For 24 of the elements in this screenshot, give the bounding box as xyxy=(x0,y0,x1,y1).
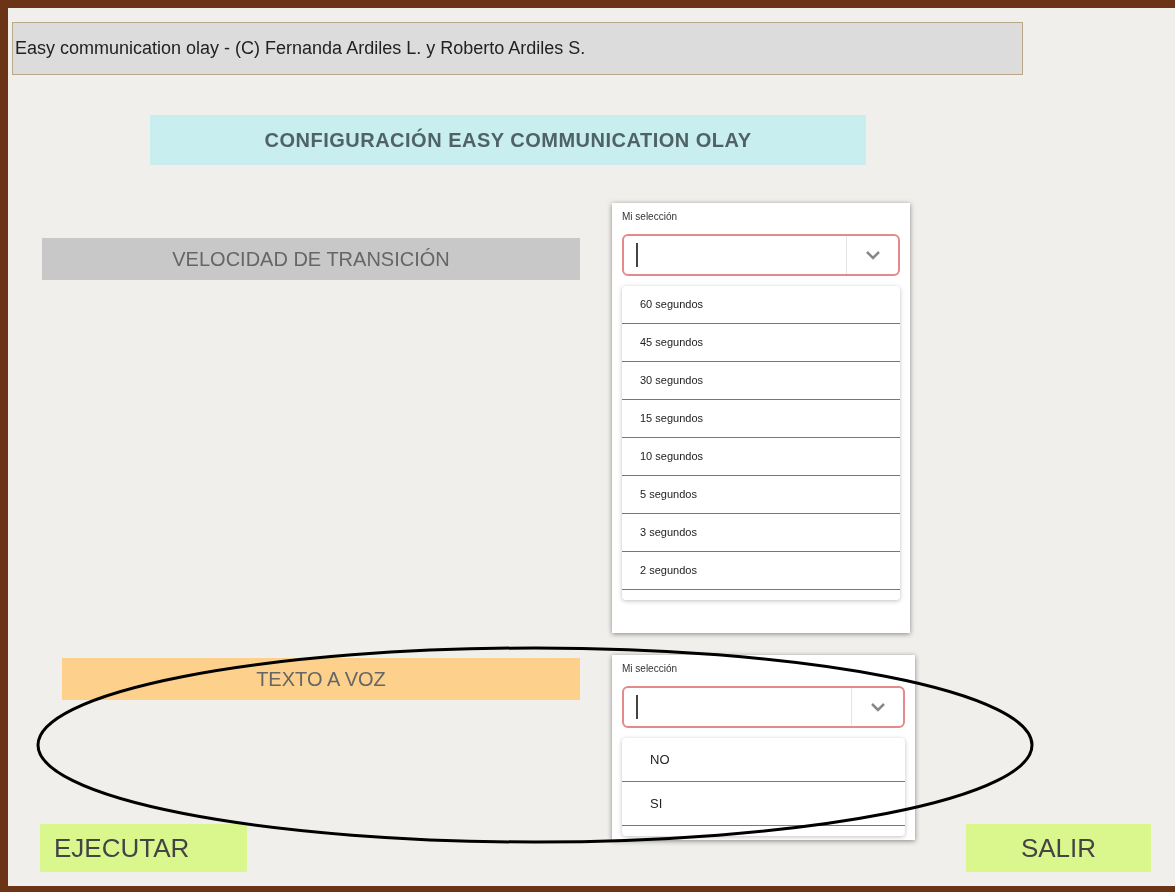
page-title: CONFIGURACIÓN EASY COMMUNICATION OLAY xyxy=(150,115,866,165)
header-text: Easy communication olay - (C) Fernanda Ardiles L. y Roberto Ardiles S. xyxy=(15,37,586,60)
select-field[interactable] xyxy=(622,234,900,276)
chevron-down-icon xyxy=(869,702,886,712)
text-cursor-icon xyxy=(636,243,638,267)
dropdown-option[interactable]: SI xyxy=(622,782,905,826)
execute-button[interactable]: EJECUTAR xyxy=(40,824,247,872)
text-cursor-icon xyxy=(636,695,638,719)
dropdown-option[interactable]: 60 segundos xyxy=(622,286,900,324)
section-label: VELOCIDAD DE TRANSICIÓN xyxy=(42,238,580,280)
dropdown-option[interactable]: NO xyxy=(622,738,905,782)
dropdown-option[interactable]: 15 segundos xyxy=(622,400,900,438)
section-label: TEXTO A VOZ xyxy=(62,658,580,700)
dropdown-option[interactable]: 2 segundos xyxy=(622,552,900,590)
dropdown-option[interactable]: 45 segundos xyxy=(622,324,900,362)
dropdown-option[interactable]: 10 segundos xyxy=(622,438,900,476)
dropdown-option[interactable]: 3 segundos xyxy=(622,514,900,552)
exit-button[interactable]: SALIR xyxy=(966,824,1151,872)
chevron-down-icon xyxy=(864,250,881,260)
select-field[interactable] xyxy=(622,686,905,728)
dropdown-label: Mi selección xyxy=(622,210,679,224)
dropdown-option[interactable]: 30 segundos xyxy=(622,362,900,400)
dropdown-option[interactable]: 5 segundos xyxy=(622,476,900,514)
dropdown-label: Mi selección xyxy=(622,662,679,676)
